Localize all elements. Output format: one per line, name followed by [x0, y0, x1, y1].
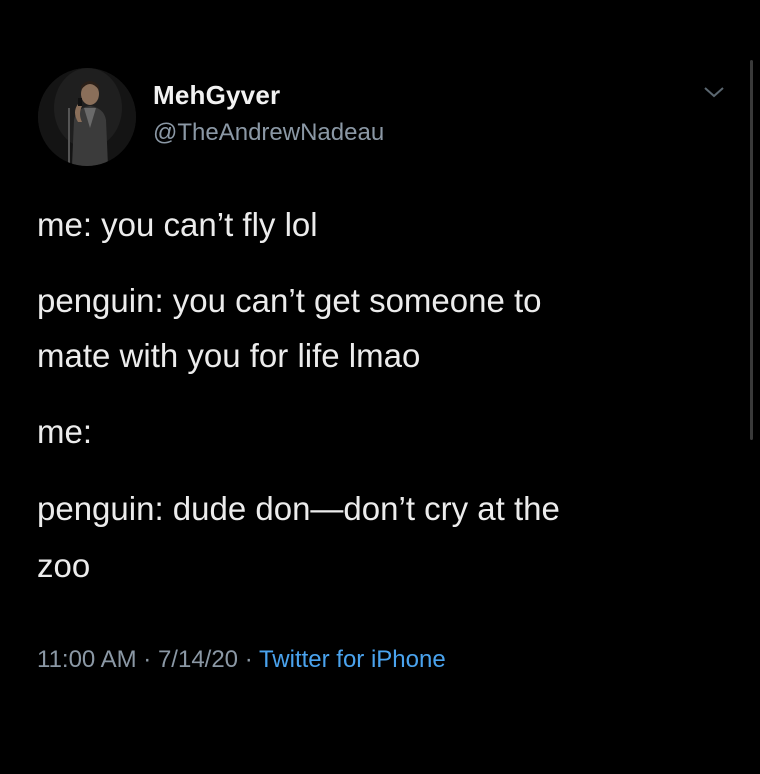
- tweet-text-line: penguin: dude don—don’t cry at the: [37, 490, 560, 527]
- tweet-text-line: zoo: [37, 547, 91, 584]
- meta-separator: ·: [136, 646, 158, 673]
- author-display-name[interactable]: MehGyver: [153, 80, 280, 111]
- tweet-date[interactable]: 7/14/20: [158, 646, 238, 673]
- tweet-text-line: mate with you for life lmao: [37, 337, 421, 374]
- tweet-time[interactable]: 11:00 AM: [37, 646, 137, 673]
- tweet-text-line: penguin: you can’t get someone to: [37, 282, 542, 319]
- avatar-photo: [38, 68, 136, 166]
- chevron-down-icon[interactable]: [702, 84, 726, 100]
- tweet-meta: 11:00 AM · 7/14/20 · Twitter for iPhone: [37, 646, 446, 674]
- meta-separator: ·: [238, 646, 259, 673]
- tweet-source-link[interactable]: Twitter for iPhone: [259, 646, 446, 673]
- tweet: MehGyver @TheAndrewNadeau me: you can’t …: [0, 0, 760, 774]
- avatar[interactable]: [38, 68, 136, 166]
- scrollbar[interactable]: [750, 60, 753, 440]
- tweet-text-line: me: you can’t fly lol: [37, 206, 318, 243]
- author-handle[interactable]: @TheAndrewNadeau: [153, 119, 384, 147]
- tweet-text-line: me:: [37, 413, 93, 450]
